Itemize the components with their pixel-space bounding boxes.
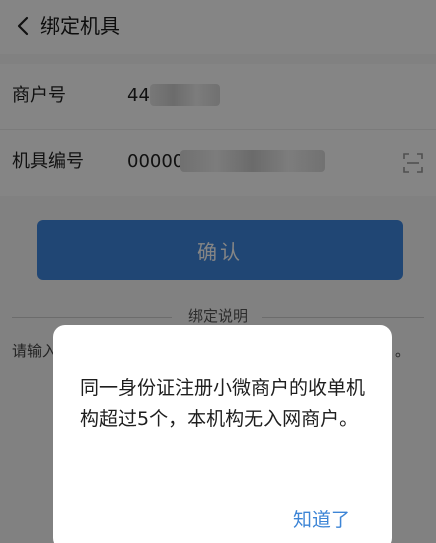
dialog-message: 同一身份证注册小微商户的收单机构超过5个，本机构无入网商户。 <box>80 377 366 430</box>
alert-dialog: 同一身份证注册小微商户的收单机构超过5个，本机构无入网商户。 知道了 <box>53 325 392 543</box>
dialog-ok-button[interactable]: 知道了 <box>293 507 350 533</box>
